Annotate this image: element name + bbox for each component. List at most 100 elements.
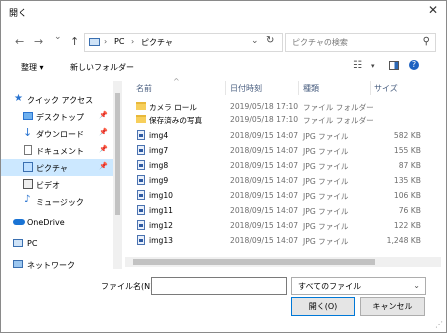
file-name: img13 [149,236,173,245]
search-icon: ⚲ [422,36,430,47]
file-type-select[interactable]: すべてのファイル ⌄ [291,277,426,295]
sidebar-item-label: ネットワーク [27,261,75,269]
resize-grip-icon[interactable]: ⋰ [435,320,443,329]
column-header-name[interactable]: 名前 [136,83,152,94]
up-arrow-icon[interactable]: ↑ [70,35,79,48]
column-header-type[interactable]: 種類 [303,83,319,94]
table-row[interactable]: カメラ ロール 2019/05/18 17:10 ファイル フォルダー [125,100,431,113]
breadcrumb-separator: › [104,37,108,46]
chevron-down-icon[interactable]: ⌄ [251,36,259,46]
file-date: 2018/09/15 14:07 [230,146,299,155]
open-file-dialog: 開く ✕ ← → ⌄ ↑ › PC › ピクチャ ⌄ ↻ ピクチャの検索 ⚲ 整… [0,0,447,333]
column-header-size[interactable]: サイズ [374,83,398,94]
column-header-date[interactable]: 日付時刻 [230,83,262,94]
jpg-file-icon [137,160,145,170]
file-type-value: すべてのファイル [298,282,362,291]
sidebar-item-videos[interactable]: ビデオ [1,176,113,193]
forward-arrow-icon[interactable]: → [34,35,43,48]
sidebar-item-desktop[interactable]: デスクトップ 📌 [1,108,113,125]
sidebar-item-label: OneDrive [27,218,65,227]
file-size: 582 KB [393,131,421,140]
pin-icon[interactable]: 📌 [99,145,108,153]
cloud-icon [13,219,25,225]
file-date: 2018/09/15 14:07 [230,131,299,140]
dialog-title: 開く [9,9,28,19]
file-date: 2018/09/15 14:07 [230,176,299,185]
file-size: 106 KB [393,191,421,200]
open-button[interactable]: 開く(O) [291,297,355,316]
pin-icon[interactable]: 📌 [99,162,108,170]
column-divider[interactable] [225,81,226,95]
file-type: JPG ファイル [303,207,349,216]
preview-pane-icon[interactable] [389,61,399,70]
folder-icon [136,115,146,123]
column-divider[interactable] [298,81,299,95]
star-icon: ★ [14,93,23,104]
chevron-down-icon[interactable]: ▾ [371,62,375,70]
chevron-down-icon: ⌄ [413,281,420,290]
video-icon [23,179,33,189]
cancel-button[interactable]: キャンセル [360,297,425,316]
close-button[interactable]: ✕ [428,3,438,17]
file-size: 76 KB [398,206,421,215]
jpg-file-icon [137,235,145,245]
network-icon [13,260,23,268]
help-icon[interactable]: ? [409,60,419,70]
horizontal-scrollbar-thumb[interactable] [133,259,375,265]
file-type: JPG ファイル [303,132,349,141]
breadcrumb-pc[interactable]: PC [114,37,124,46]
table-row[interactable]: img12 2018/09/15 14:07 JPG ファイル 122 KB [125,219,431,232]
view-options-icon[interactable]: ☷ [353,60,362,71]
breadcrumb-separator: › [131,37,135,46]
sort-caret-icon: ^ [173,77,180,86]
sidebar-item-quick-access[interactable]: ★ クイック アクセス [1,91,113,108]
file-size: 155 KB [393,146,421,155]
refresh-icon[interactable]: ↻ [266,35,274,46]
file-name: img11 [149,206,173,215]
table-row[interactable]: img7 2018/09/15 14:07 JPG ファイル 155 KB [125,144,431,157]
table-row[interactable]: img11 2018/09/15 14:07 JPG ファイル 76 KB [125,204,431,217]
table-row[interactable]: img8 2018/09/15 14:07 JPG ファイル 87 KB [125,159,431,172]
table-row[interactable]: img13 2018/09/15 14:07 JPG ファイル 1,248 KB [125,234,431,247]
pin-icon[interactable]: 📌 [99,111,108,119]
column-divider[interactable] [370,81,371,95]
file-date: 2018/09/15 14:07 [230,191,299,200]
table-row[interactable]: img10 2018/09/15 14:07 JPG ファイル 106 KB [125,189,431,202]
sidebar-item-label: ビデオ [36,181,60,190]
file-date: 2019/05/18 17:10 [230,115,299,124]
pictures-icon [23,162,33,172]
table-row[interactable]: img4 2018/09/15 14:07 JPG ファイル 582 KB [125,129,431,142]
table-row[interactable]: img9 2018/09/15 14:07 JPG ファイル 135 KB [125,174,431,187]
pin-icon[interactable]: 📌 [99,128,108,136]
table-row[interactable]: 保存済みの写真 2019/05/18 17:10 ファイル フォルダー [125,113,431,126]
sidebar-item-music[interactable]: ♪ ミュージック [1,193,113,210]
back-arrow-icon[interactable]: ← [15,35,24,48]
filename-input[interactable] [151,277,287,295]
file-name: img10 [149,191,173,200]
sidebar-item-downloads[interactable]: ↓ ダウンロード 📌 [1,125,113,142]
sidebar-scrollbar-thumb[interactable] [115,93,120,215]
file-date: 2018/09/15 14:07 [230,206,299,215]
sidebar-item-pictures[interactable]: ピクチャ 📌 [1,159,113,176]
organize-button[interactable]: 整理 ▾ [21,62,44,73]
jpg-file-icon [137,205,145,215]
search-box[interactable]: ピクチャの検索 ⚲ [285,33,436,52]
sidebar-item-network[interactable]: ネットワーク [1,256,113,269]
file-name: img8 [149,161,169,170]
breadcrumb-pictures[interactable]: ピクチャ [141,37,173,48]
file-date: 2018/09/15 14:07 [230,161,299,170]
sidebar-item-label: ピクチャ [36,164,68,173]
address-bar[interactable]: › PC › ピクチャ ⌄ ↻ [84,33,283,52]
new-folder-button[interactable]: 新しいフォルダー [70,62,134,73]
file-type: JPG ファイル [303,222,349,231]
file-type: JPG ファイル [303,177,349,186]
sidebar-item-pc[interactable]: PC [1,235,113,252]
sidebar-item-onedrive[interactable]: OneDrive [1,214,113,231]
jpg-file-icon [137,145,145,155]
file-name: 保存済みの写真 [149,116,203,125]
sidebar-item-documents[interactable]: ドキュメント 📌 [1,142,113,159]
search-input[interactable]: ピクチャの検索 [292,37,348,48]
file-size: 135 KB [393,176,421,185]
computer-icon [89,38,100,46]
recent-locations-icon[interactable]: ⌄ [54,32,62,42]
